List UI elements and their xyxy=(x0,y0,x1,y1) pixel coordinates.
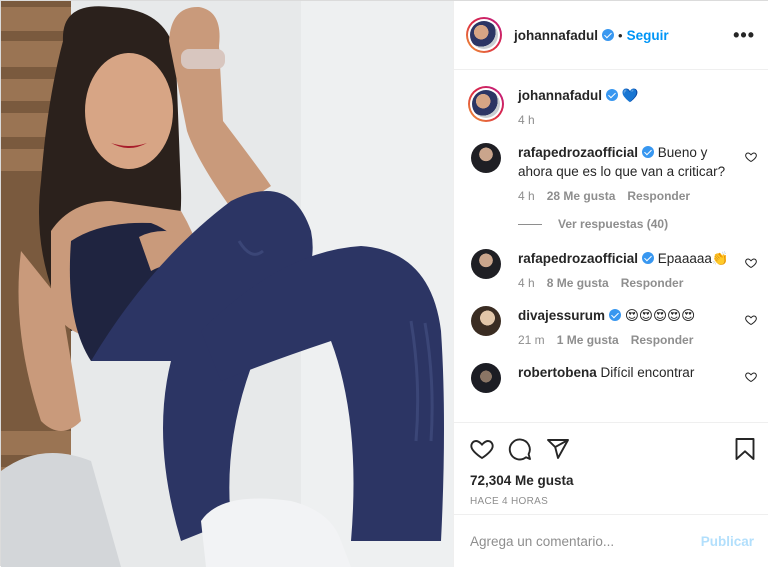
comment-item: divajessurum 😍😍😍😍😍 21 m 1 Me gusta Respo… xyxy=(468,306,757,347)
commenter-avatar[interactable] xyxy=(471,249,501,279)
comment-username[interactable]: robertobena xyxy=(518,365,597,380)
caption-avatar[interactable] xyxy=(468,86,504,122)
post-side-panel: johannafadul • Seguir ••• johannafadul 💙… xyxy=(453,1,768,567)
comment-likes[interactable]: 28 Me gusta xyxy=(547,189,616,203)
verified-badge-icon xyxy=(642,252,655,264)
separator-dot: • xyxy=(618,27,623,43)
comment-text: 😍😍😍😍😍 xyxy=(624,308,696,323)
comments-list[interactable]: johannafadul 💙 4 h rafapedrozaofficial B… xyxy=(454,70,768,422)
post-actions: 72,304 Me gusta HACE 4 HORAS xyxy=(454,422,768,507)
photo-illustration xyxy=(1,1,453,567)
post-timestamp[interactable]: HACE 4 HORAS xyxy=(470,496,756,507)
comment-item: rafapedrozaofficial Bueno y ahora que es… xyxy=(468,143,757,203)
instagram-post: johannafadul • Seguir ••• johannafadul 💙… xyxy=(0,0,768,567)
comment-heart-icon[interactable] xyxy=(745,151,757,163)
verified-badge-icon xyxy=(609,309,622,321)
caption: johannafadul 💙 4 h xyxy=(468,86,757,127)
comment-heart-icon[interactable] xyxy=(745,371,757,383)
comment-likes[interactable]: 8 Me gusta xyxy=(547,276,609,290)
more-options-icon[interactable]: ••• xyxy=(733,25,755,46)
author-avatar[interactable] xyxy=(466,17,502,53)
caption-username[interactable]: johannafadul xyxy=(518,88,602,103)
comment-username[interactable]: rafapedrozaofficial xyxy=(518,251,638,266)
author-username[interactable]: johannafadul xyxy=(514,28,598,43)
comment-time[interactable]: 4 h xyxy=(518,276,535,290)
view-replies-button[interactable]: Ver respuestas (40) xyxy=(518,217,757,231)
comment-input[interactable] xyxy=(470,533,701,549)
comment-heart-icon[interactable] xyxy=(745,257,757,269)
verified-badge-icon xyxy=(642,146,655,158)
comment-time[interactable]: 21 m xyxy=(518,333,545,347)
verified-badge-icon xyxy=(606,89,618,101)
share-icon[interactable] xyxy=(546,437,570,461)
reply-button[interactable]: Responder xyxy=(621,276,684,290)
reply-button[interactable]: Responder xyxy=(627,189,690,203)
likes-count[interactable]: 72,304 Me gusta xyxy=(470,473,756,488)
comment-item: robertobena Difícil encontrar xyxy=(468,363,757,393)
post-header: johannafadul • Seguir ••• xyxy=(454,1,768,70)
comment-username[interactable]: rafapedrozaofficial xyxy=(518,145,638,160)
follow-button[interactable]: Seguir xyxy=(627,28,669,43)
comment-text: Difícil encontrar xyxy=(600,365,695,380)
comment-time[interactable]: 4 h xyxy=(518,189,535,203)
commenter-avatar[interactable] xyxy=(471,306,501,336)
comment-heart-icon[interactable] xyxy=(745,314,757,326)
add-comment-bar: Publicar xyxy=(454,514,768,567)
verified-badge-icon xyxy=(602,29,614,41)
comment-item: rafapedrozaofficial Epaaaaa👏 4 h 8 Me gu… xyxy=(468,249,757,290)
caption-text: 💙 xyxy=(621,88,639,103)
heart-icon[interactable] xyxy=(470,437,494,461)
bookmark-icon[interactable] xyxy=(734,437,756,461)
commenter-avatar[interactable] xyxy=(471,143,501,173)
comment-text: Epaaaaa👏 xyxy=(657,251,729,266)
post-photo[interactable] xyxy=(1,1,453,567)
view-replies-label: Ver respuestas (40) xyxy=(558,217,669,231)
commenter-avatar[interactable] xyxy=(471,363,501,393)
reply-button[interactable]: Responder xyxy=(631,333,694,347)
replies-line xyxy=(518,223,542,225)
comment-icon[interactable] xyxy=(508,437,532,461)
comment-likes[interactable]: 1 Me gusta xyxy=(557,333,619,347)
caption-time[interactable]: 4 h xyxy=(518,113,535,127)
comment-username[interactable]: divajessurum xyxy=(518,308,605,323)
publish-button[interactable]: Publicar xyxy=(701,534,754,549)
